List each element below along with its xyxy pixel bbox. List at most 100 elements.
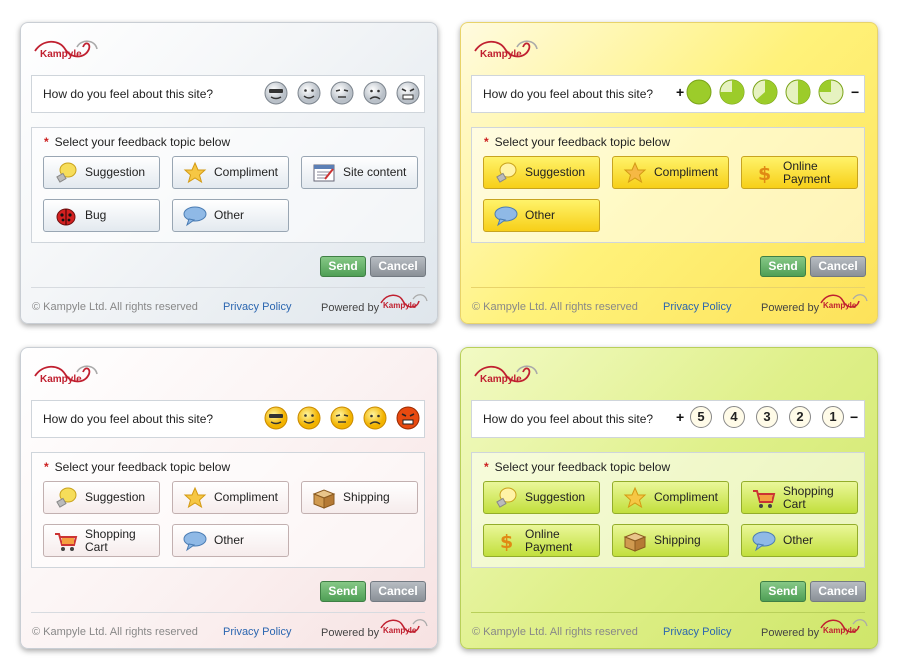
sad-face-icon[interactable] <box>363 406 387 430</box>
topic-suggestion-button[interactable]: Suggestion <box>483 156 600 189</box>
face-rating-row <box>255 406 420 430</box>
powered-by-text: Powered by <box>761 627 820 639</box>
topic-online-payment-button[interactable]: $ Online Payment <box>741 156 858 189</box>
rating-2-button[interactable]: 2 <box>789 406 811 428</box>
powered-by-text: Powered by <box>761 302 820 314</box>
powered-by-text: Powered by <box>321 302 380 314</box>
topic-compliment-button[interactable]: Compliment <box>612 481 729 514</box>
send-button[interactable]: Send <box>760 256 806 277</box>
topic-panel: * Select your feedback topic below Sugges… <box>471 452 865 568</box>
dollar-icon: $ <box>751 161 777 185</box>
pie-quarter-icon[interactable] <box>818 79 844 105</box>
speech-bubble-icon <box>493 204 519 228</box>
box-icon <box>311 486 337 510</box>
pie-half-plus-icon[interactable] <box>752 79 778 105</box>
cool-face-icon[interactable] <box>264 406 288 430</box>
kampyle-logo: Kampyle <box>33 37 103 63</box>
topic-shopping-cart-button[interactable]: Shopping Cart <box>43 524 160 557</box>
logo-text: Kampyle <box>40 49 82 60</box>
cart-icon <box>751 486 777 510</box>
topic-other-button[interactable]: Other <box>172 524 289 557</box>
rating-question: How do you feel about this site? <box>483 87 654 101</box>
pie-full-icon[interactable] <box>686 79 712 105</box>
powered-by-logo[interactable]: Kampyle <box>379 616 429 638</box>
topic-compliment-button[interactable]: Compliment <box>612 156 729 189</box>
topic-online-payment-button[interactable]: $ Online Payment <box>483 524 600 557</box>
star-icon <box>622 486 648 510</box>
rating-5-button[interactable]: 5 <box>690 406 712 428</box>
topic-other-button[interactable]: Other <box>483 199 600 232</box>
powered-by-logo[interactable]: Kampyle <box>379 291 429 313</box>
cancel-button[interactable]: Cancel <box>370 256 426 277</box>
feedback-widget-blue: Kampyle How do you feel about this site?… <box>20 22 438 324</box>
minus-label: − <box>850 409 859 425</box>
privacy-policy-link[interactable]: Privacy Policy <box>223 301 291 313</box>
kampyle-logo: Kampyle <box>473 37 543 63</box>
rating-3-button[interactable]: 3 <box>756 406 778 428</box>
neutral-face-icon[interactable] <box>330 406 354 430</box>
topic-other-button[interactable]: Other <box>172 199 289 232</box>
pie-three-quarter-icon[interactable] <box>719 79 745 105</box>
footer-divider <box>471 612 865 613</box>
cool-face-icon[interactable] <box>264 81 288 105</box>
star-icon <box>622 161 648 185</box>
send-button[interactable]: Send <box>760 581 806 602</box>
topic-suggestion-button[interactable]: Suggestion <box>483 481 600 514</box>
topic-heading: * Select your feedback topic below <box>44 460 231 474</box>
cancel-button[interactable]: Cancel <box>810 256 866 277</box>
privacy-policy-link[interactable]: Privacy Policy <box>663 626 731 638</box>
cancel-button[interactable]: Cancel <box>810 581 866 602</box>
feedback-widget-pink: Kampyle How do you feel about this site?… <box>20 347 438 649</box>
privacy-policy-link[interactable]: Privacy Policy <box>663 301 731 313</box>
minus-label: − <box>851 84 860 100</box>
pie-half-icon[interactable] <box>785 79 811 105</box>
rating-panel: How do you feel about this site? + 5 4 3… <box>471 400 865 438</box>
powered-by-logo[interactable]: Kampyle <box>819 291 869 313</box>
lightbulb-icon <box>53 161 79 185</box>
privacy-policy-link[interactable]: Privacy Policy <box>223 626 291 638</box>
topic-shipping-button[interactable]: Shipping <box>301 481 418 514</box>
smile-face-icon[interactable] <box>297 81 321 105</box>
powered-by-text: Powered by <box>321 627 380 639</box>
topic-suggestion-button[interactable]: Suggestion <box>43 481 160 514</box>
lightbulb-icon <box>53 486 79 510</box>
svg-text:$: $ <box>500 531 513 553</box>
dollar-icon: $ <box>493 529 519 553</box>
speech-bubble-icon <box>182 529 208 553</box>
rating-1-button[interactable]: 1 <box>822 406 844 428</box>
copyright-text: © Kampyle Ltd. All rights reserved <box>472 626 638 638</box>
send-button[interactable]: Send <box>320 256 366 277</box>
footer-divider <box>31 612 425 613</box>
rating-4-button[interactable]: 4 <box>723 406 745 428</box>
topic-compliment-button[interactable]: Compliment <box>172 481 289 514</box>
topic-heading: * Select your feedback topic below <box>484 135 671 149</box>
star-icon <box>182 161 208 185</box>
speech-bubble-icon <box>751 529 777 553</box>
topic-heading: * Select your feedback topic below <box>484 460 671 474</box>
rating-panel: How do you feel about this site? <box>31 400 425 438</box>
neutral-face-icon[interactable] <box>330 81 354 105</box>
rating-question: How do you feel about this site? <box>483 412 654 426</box>
topic-compliment-button[interactable]: Compliment <box>172 156 289 189</box>
topic-panel: * Select your feedback topic below Sugges… <box>31 452 425 568</box>
rating-question: How do you feel about this site? <box>43 412 214 426</box>
topic-bug-button[interactable]: Bug <box>43 199 160 232</box>
pie-rating-row: + − <box>676 79 861 105</box>
topic-other-button[interactable]: Other <box>741 524 858 557</box>
smile-face-icon[interactable] <box>297 406 321 430</box>
topic-shopping-cart-button[interactable]: Shopping Cart <box>741 481 858 514</box>
topic-suggestion-button[interactable]: Suggestion <box>43 156 160 189</box>
plus-label: + <box>676 84 685 100</box>
topic-panel: * Select your feedback topic below Sugges… <box>471 127 865 243</box>
angry-face-icon[interactable] <box>396 406 420 430</box>
box-icon <box>622 529 648 553</box>
cancel-button[interactable]: Cancel <box>370 581 426 602</box>
angry-face-icon[interactable] <box>396 81 420 105</box>
ladybug-icon <box>53 204 79 228</box>
topic-site-content-button[interactable]: Site content <box>301 156 418 189</box>
sad-face-icon[interactable] <box>363 81 387 105</box>
send-button[interactable]: Send <box>320 581 366 602</box>
footer-divider <box>31 287 425 288</box>
topic-shipping-button[interactable]: Shipping <box>612 524 729 557</box>
powered-by-logo[interactable]: Kampyle <box>819 616 869 638</box>
